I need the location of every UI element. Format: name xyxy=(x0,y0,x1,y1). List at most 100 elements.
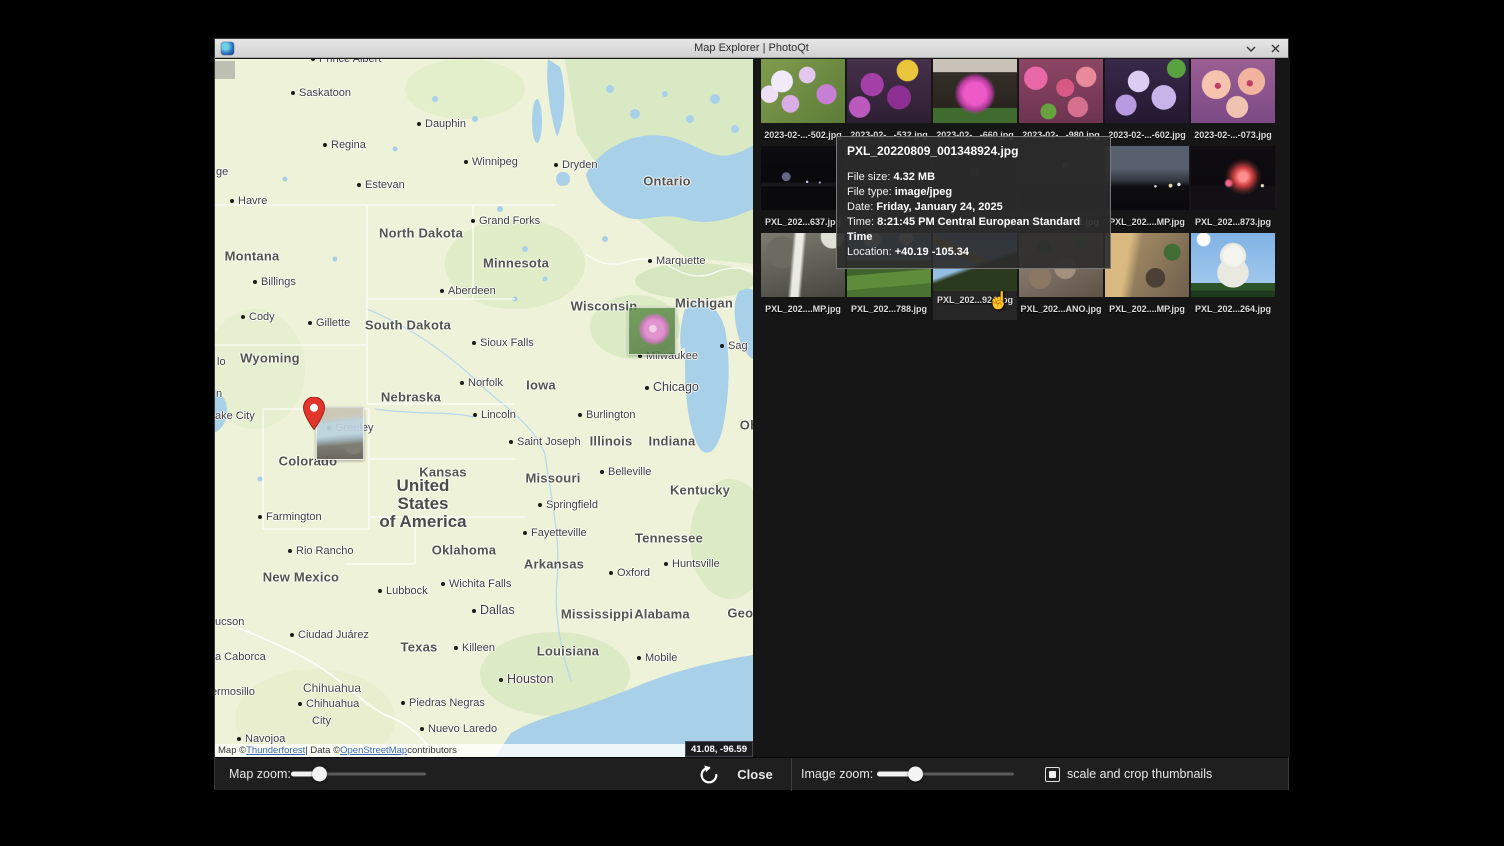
tooltip-detail-row: Location: +40.19 -105.34 xyxy=(847,245,1100,260)
map-label-n: n xyxy=(216,388,222,400)
thumbnail-cell-r2c6[interactable]: PXL_202...873.jpg xyxy=(1191,146,1275,233)
photo-thumbnail-image[interactable] xyxy=(761,146,845,210)
tooltip-detail-row: Time: 8:21:45 PM Central European Standa… xyxy=(847,215,1100,245)
thumbnail-filename: 2023-02-...-602.jpg xyxy=(1105,130,1189,140)
map-label-georg: Georg xyxy=(727,606,753,621)
scale-crop-checkbox[interactable] xyxy=(1045,767,1060,782)
thumbnail-filename: PXL_202....MP.jpg xyxy=(1105,217,1189,227)
map-label-wyoming: Wyoming xyxy=(240,351,300,366)
thunderforest-link[interactable]: Thunderforest xyxy=(246,745,305,756)
map-label-chihuahua: Chihuahua xyxy=(298,698,359,710)
photo-tooltip: PXL_20220809_001348924.jpg File size: 4.… xyxy=(836,136,1111,269)
photo-thumbnail-image[interactable] xyxy=(847,59,931,123)
photo-thumbnail-image[interactable] xyxy=(1105,233,1189,297)
thumbnail-cell-r1c3[interactable]: 2023-02-...-660.jpg xyxy=(933,59,1017,146)
map-label-illinois: Illinois xyxy=(590,434,633,449)
map-label-billings: Billings xyxy=(253,276,296,288)
photo-thumbnail-image[interactable] xyxy=(1019,59,1103,123)
map-label-dauphin: Dauphin xyxy=(417,118,466,130)
map-label-texas: Texas xyxy=(401,640,438,655)
map-zoom-handle[interactable] xyxy=(312,767,327,782)
image-zoom-slider[interactable] xyxy=(877,767,1014,782)
map-canvas[interactable]: Prince AlbertSaskatoonReginaDauphinWinni… xyxy=(215,59,753,757)
map-label-norfolk: Norfolk xyxy=(460,377,503,389)
photo-thumbnail-image[interactable] xyxy=(761,59,845,123)
thumbnail-filename: PXL_202....MP.jpg xyxy=(761,304,845,314)
map-label-marquette: Marquette xyxy=(648,255,706,267)
window-title: Map Explorer | PhotoQt xyxy=(215,42,1288,54)
minimize-chevron-icon[interactable] xyxy=(1244,42,1258,56)
map-label-ucson: ucson xyxy=(215,616,244,628)
map-label-aberdeen: Aberdeen xyxy=(440,285,496,297)
map-label-farmington: Farmington xyxy=(258,511,322,523)
openstreetmap-link[interactable]: OpenStreetMap xyxy=(340,745,407,756)
map-label-north-dakota: North Dakota xyxy=(379,226,463,241)
photo-thumbnail-image[interactable] xyxy=(1105,146,1189,210)
map-label-minnesota: Minnesota xyxy=(483,256,549,271)
map-label-ciudad-ju-rez: Ciudad Juárez xyxy=(290,629,369,641)
thumbnail-cell-r1c5[interactable]: 2023-02-...-602.jpg xyxy=(1105,59,1189,146)
thumbnail-cell-r2c5[interactable]: PXL_202....MP.jpg xyxy=(1105,146,1189,233)
close-button[interactable]: Close xyxy=(720,758,790,791)
close-window-icon[interactable] xyxy=(1268,42,1282,56)
thumbnail-cell-r2c1[interactable]: PXL_202...637.jpg xyxy=(761,146,845,233)
map-label-nebraska: Nebraska xyxy=(381,390,441,405)
map-label-chicago: Chicago xyxy=(645,380,699,394)
map-label-wichita-falls: Wichita Falls xyxy=(441,578,511,590)
thumbnail-cell-r1c2[interactable]: 2023-02-...-532.jpg xyxy=(847,59,931,146)
map-overlay-fragment xyxy=(215,61,235,79)
map-label-regina: Regina xyxy=(323,139,366,151)
map-label-city: City xyxy=(312,715,331,727)
image-zoom-handle[interactable] xyxy=(908,767,923,782)
map-label-houston: Houston xyxy=(499,672,554,686)
map-label-lubbock: Lubbock xyxy=(378,585,428,597)
map-coordinates-badge: 41.08, -96.59 xyxy=(685,741,753,757)
photo-thumbnail-image[interactable] xyxy=(1105,59,1189,123)
thumbnail-cell-r3c1[interactable]: PXL_202....MP.jpg xyxy=(761,233,845,320)
map-label-sag: Sag xyxy=(720,340,748,352)
map-label-sioux-falls: Sioux Falls xyxy=(472,337,534,349)
titlebar[interactable]: Map Explorer | PhotoQt xyxy=(215,39,1288,58)
thumbnail-cell-r1c6[interactable]: 2023-02-...-073.jpg xyxy=(1191,59,1275,146)
photo-thumbnail-image[interactable] xyxy=(1191,59,1275,123)
map-label-kentucky: Kentucky xyxy=(670,483,730,498)
map-label-ake-city: ake City xyxy=(215,410,255,422)
photo-thumbnail-image[interactable] xyxy=(933,59,1017,123)
map-label-oxford: Oxford xyxy=(609,567,650,579)
map-label-mississippi: Mississippi xyxy=(561,607,633,622)
thumbnail-filename: 2023-02-...-502.jpg xyxy=(761,130,845,140)
map-label-south-dakota: South Dakota xyxy=(365,318,451,333)
thumbnail-cell-r3c6[interactable]: PXL_202...264.jpg xyxy=(1191,233,1275,320)
reset-map-view-button[interactable] xyxy=(695,761,722,788)
thumbnail-cell-r1c4[interactable]: 2023-02-...-980.jpg xyxy=(1019,59,1103,146)
thumbnail-cell-r1c1[interactable]: 2023-02-...-502.jpg xyxy=(761,59,845,146)
map-zoom-label: Map zoom: xyxy=(229,767,291,781)
map-label-burlington: Burlington xyxy=(578,409,636,421)
thumbnail-filename: PXL_202....MP.jpg xyxy=(1105,304,1189,314)
map-label-havre: Havre xyxy=(230,195,267,207)
map-label-piedras-negras: Piedras Negras xyxy=(401,697,485,709)
map-label-lo: lo xyxy=(217,356,226,368)
thumbnail-row-1: 2023-02-...-502.jpg2023-02-...-532.jpg20… xyxy=(761,59,1290,146)
photo-thumbnail-image[interactable] xyxy=(761,233,845,297)
attrib-prefix: Map © xyxy=(218,745,246,756)
scale-crop-checkbox-label: scale and crop thumbnails xyxy=(1067,767,1212,781)
map-photo-marker-wisconsin[interactable] xyxy=(628,307,676,355)
map-label-chihuahua: Chihuahua xyxy=(303,681,361,695)
map-label-montana: Montana xyxy=(225,249,280,264)
photo-thumbnail-image[interactable] xyxy=(1191,233,1275,297)
map-zoom-slider[interactable] xyxy=(291,767,426,782)
map-label-arkansas: Arkansas xyxy=(524,557,584,572)
tooltip-detail-row: Date: Friday, January 24, 2025 xyxy=(847,200,1100,215)
map-pin-icon[interactable] xyxy=(303,397,325,430)
map-label-iowa: Iowa xyxy=(526,378,556,393)
thumbnail-filename: PXL_202...264.jpg xyxy=(1191,304,1275,314)
thumbnail-filename: 2023-02-...-073.jpg xyxy=(1191,130,1275,140)
map-label-springfield: Springfield xyxy=(538,499,598,511)
map-label-belleville: Belleville xyxy=(600,466,651,478)
photo-thumbnail-image[interactable] xyxy=(1191,146,1275,210)
tooltip-filename: PXL_20220809_001348924.jpg xyxy=(847,144,1100,158)
map-label-fayetteville: Fayetteville xyxy=(523,527,587,539)
map-label-ontario: Ontario xyxy=(643,174,691,189)
thumbnail-cell-r3c5[interactable]: PXL_202....MP.jpg xyxy=(1105,233,1189,320)
